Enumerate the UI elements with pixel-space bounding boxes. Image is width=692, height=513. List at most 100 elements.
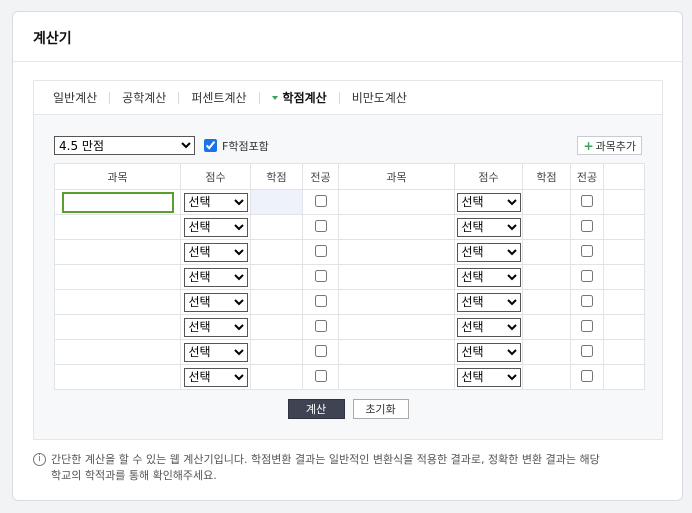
- credit-cell[interactable]: [250, 314, 303, 340]
- major-checkbox[interactable]: [581, 319, 593, 332]
- course-cell[interactable]: [338, 214, 455, 240]
- course-cell[interactable]: [54, 214, 181, 240]
- score-cell: 선택: [454, 314, 523, 340]
- major-cell: [302, 239, 339, 265]
- credit-cell[interactable]: [250, 214, 303, 240]
- tab-label: 퍼센트계산: [191, 91, 247, 105]
- scale-select[interactable]: 4.5 만점: [54, 136, 195, 155]
- add-course-button[interactable]: + 과목추가: [577, 136, 642, 155]
- course-cell[interactable]: [54, 364, 181, 390]
- credit-cell[interactable]: [250, 239, 303, 265]
- course-cell[interactable]: [54, 264, 181, 290]
- major-cell: [570, 339, 604, 365]
- course-cell[interactable]: [54, 339, 181, 365]
- credit-cell[interactable]: [522, 289, 571, 315]
- course-cell[interactable]: [338, 289, 455, 315]
- credit-cell[interactable]: [250, 264, 303, 290]
- credit-cell[interactable]: [522, 189, 571, 215]
- credit-cell[interactable]: [522, 264, 571, 290]
- score-select[interactable]: 선택: [183, 217, 248, 237]
- score-select[interactable]: 선택: [183, 192, 248, 212]
- score-select[interactable]: 선택: [456, 192, 521, 212]
- major-checkbox[interactable]: [581, 244, 593, 257]
- major-checkbox[interactable]: [314, 194, 327, 207]
- credit-cell[interactable]: [522, 214, 571, 240]
- credit-cell[interactable]: [250, 189, 303, 215]
- score-select[interactable]: 선택: [456, 342, 521, 362]
- spacer-cell: [603, 264, 645, 290]
- course-cell[interactable]: [338, 339, 455, 365]
- major-checkbox[interactable]: [314, 319, 327, 332]
- score-cell: 선택: [454, 239, 523, 265]
- major-checkbox[interactable]: [581, 194, 593, 207]
- major-checkbox[interactable]: [314, 344, 327, 357]
- major-checkbox[interactable]: [581, 269, 593, 282]
- table-row: 선택 선택: [54, 189, 645, 215]
- tab-percent[interactable]: 퍼센트계산: [191, 89, 246, 106]
- score-cell: 선택: [180, 339, 251, 365]
- score-select[interactable]: 선택: [183, 292, 248, 312]
- table-row: 선택 선택: [54, 364, 645, 390]
- course-input[interactable]: [61, 191, 174, 213]
- calculate-button[interactable]: 계산: [287, 399, 345, 419]
- major-checkbox[interactable]: [314, 219, 327, 232]
- calculator-card: 계산기 일반계산 공학계산 퍼센트계산 학점계산 비만도계산 4.5 만점 F학…: [12, 11, 683, 501]
- major-cell: [570, 314, 604, 340]
- score-select[interactable]: 선택: [456, 267, 521, 287]
- major-checkbox[interactable]: [314, 369, 327, 382]
- credit-cell[interactable]: [250, 339, 303, 365]
- course-cell[interactable]: [338, 264, 455, 290]
- page-title: 계산기: [13, 12, 682, 62]
- score-select[interactable]: 선택: [183, 342, 248, 362]
- add-course-label: 과목추가: [595, 139, 636, 153]
- score-select[interactable]: 선택: [183, 317, 248, 337]
- major-checkbox[interactable]: [581, 344, 593, 357]
- credit-cell[interactable]: [250, 289, 303, 315]
- major-checkbox[interactable]: [581, 294, 593, 307]
- credit-cell[interactable]: [250, 364, 303, 390]
- table-header-row: 과목 점수 학점 전공 과목 점수 학점 전공: [54, 163, 645, 190]
- credit-cell[interactable]: [522, 364, 571, 390]
- tab-bmi[interactable]: 비만도계산: [352, 89, 407, 106]
- tab-label: 비만도계산: [351, 91, 407, 105]
- major-checkbox[interactable]: [581, 219, 593, 232]
- score-select[interactable]: 선택: [183, 267, 248, 287]
- tab-divider: [258, 91, 260, 104]
- course-cell[interactable]: [338, 314, 455, 340]
- course-cell[interactable]: [338, 364, 455, 390]
- major-checkbox[interactable]: [314, 294, 327, 307]
- score-select[interactable]: 선택: [183, 367, 248, 387]
- grade-table: 과목 점수 학점 전공 과목 점수 학점 전공 선택 선택 선택 선택 선택 선택 선택 선택…: [54, 163, 645, 390]
- score-select[interactable]: 선택: [456, 242, 521, 262]
- credit-cell[interactable]: [522, 339, 571, 365]
- course-cell[interactable]: [54, 314, 181, 340]
- plus-icon: +: [583, 138, 594, 153]
- score-select[interactable]: 선택: [183, 242, 248, 262]
- reset-button[interactable]: 초기화: [352, 399, 409, 419]
- calculator-panel: 일반계산 공학계산 퍼센트계산 학점계산 비만도계산 4.5 만점 F학점포함 …: [33, 80, 663, 440]
- tab-grade[interactable]: 학점계산: [271, 89, 327, 106]
- score-select[interactable]: 선택: [456, 217, 521, 237]
- course-cell[interactable]: [338, 239, 455, 265]
- tab-general[interactable]: 일반계산: [53, 89, 97, 106]
- tab-label: 일반계산: [53, 91, 98, 105]
- score-select[interactable]: 선택: [456, 367, 521, 387]
- score-select[interactable]: 선택: [456, 292, 521, 312]
- course-cell[interactable]: [338, 189, 455, 215]
- major-checkbox[interactable]: [314, 244, 327, 257]
- major-checkbox[interactable]: [581, 369, 593, 382]
- f-include-checkbox[interactable]: [204, 139, 217, 152]
- f-include-checkbox-label[interactable]: F학점포함: [204, 136, 269, 155]
- score-select[interactable]: 선택: [456, 317, 521, 337]
- score-cell: 선택: [180, 314, 251, 340]
- course-cell[interactable]: [54, 239, 181, 265]
- major-checkbox[interactable]: [314, 269, 327, 282]
- score-cell: 선택: [454, 214, 523, 240]
- table-row: 선택 선택: [54, 264, 645, 290]
- course-cell[interactable]: [54, 289, 181, 315]
- credit-cell[interactable]: [522, 239, 571, 265]
- credit-cell[interactable]: [522, 314, 571, 340]
- major-cell: [302, 314, 339, 340]
- tab-engineering[interactable]: 공학계산: [122, 89, 166, 106]
- grade-controls: 4.5 만점 F학점포함 + 과목추가: [54, 136, 642, 156]
